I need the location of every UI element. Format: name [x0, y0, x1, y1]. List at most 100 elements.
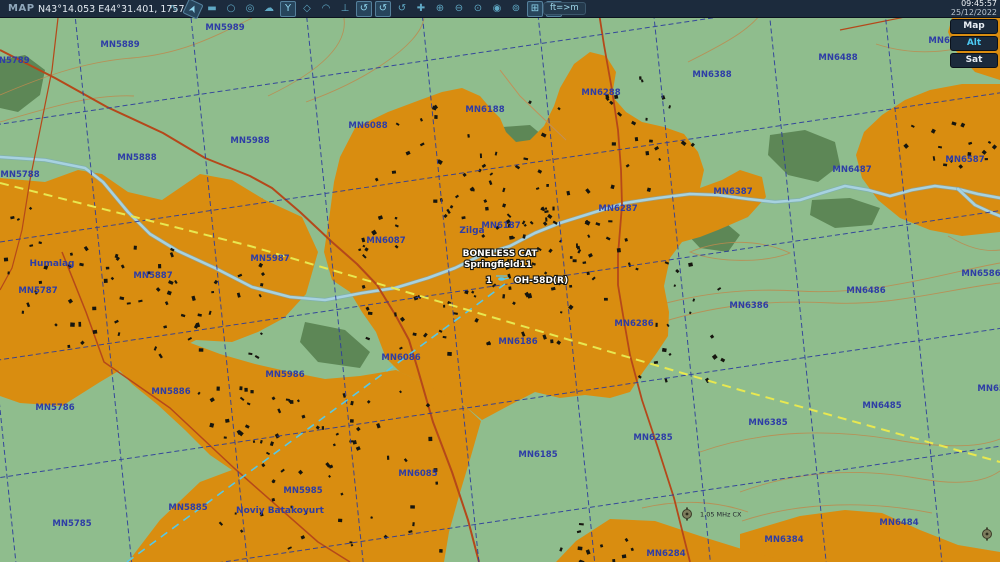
grid-label: MN6384 — [764, 535, 803, 545]
grid-label: MN5887 — [133, 271, 172, 281]
select-arrow-icon[interactable]: ➤ — [182, 0, 204, 20]
cloud-icon[interactable]: ☁ — [261, 1, 277, 17]
building — [639, 76, 642, 80]
building — [158, 264, 162, 269]
building — [653, 360, 659, 365]
unit-pilot-name: Springfield11 — [464, 260, 532, 270]
building — [198, 348, 204, 352]
ruler-icon[interactable]: ∿ — [166, 1, 182, 17]
grid-label: MN6188 — [465, 105, 504, 115]
building — [260, 282, 264, 287]
grid-label: MN5988 — [230, 136, 269, 146]
undo-icon[interactable]: ↺ — [356, 0, 372, 17]
building — [133, 245, 137, 250]
building — [603, 297, 608, 301]
grid-label: MN6286 — [614, 319, 653, 329]
building — [611, 142, 616, 146]
building — [391, 170, 397, 174]
circle-zone-icon[interactable]: ○ — [223, 1, 239, 17]
building — [435, 481, 439, 485]
grid-label: MN6486 — [846, 286, 885, 296]
building — [244, 387, 248, 392]
tower-icon[interactable]: ⊥ — [337, 1, 353, 17]
building — [225, 418, 230, 423]
copy-zone-icon[interactable]: ◎ — [242, 1, 258, 17]
unit-count: 1 — [486, 276, 492, 286]
building — [337, 518, 343, 523]
grid-label: MN6585 — [977, 384, 1000, 394]
building — [577, 546, 583, 551]
building — [434, 115, 438, 119]
grid-label: MN6387 — [713, 187, 752, 197]
grid-label: MN5786 — [35, 403, 74, 413]
clock: 09:45:57 25/12/2022 — [951, 0, 997, 17]
top-toolbar: MAP N43°14.053 E44°31.401, 1757 ft ∿ ➤ ▬ ○ ◎… — [0, 0, 1000, 20]
building — [509, 235, 514, 240]
grid-label: MN6087 — [366, 236, 405, 246]
globe-target-icon[interactable]: ◉ — [489, 1, 505, 17]
building — [38, 280, 43, 285]
grid-label: MN5989 — [205, 23, 244, 33]
building — [479, 153, 483, 159]
history-icon[interactable]: ↺ — [394, 1, 410, 17]
building — [3, 257, 9, 262]
grid-label: MN5787 — [18, 286, 57, 296]
view-button-alt[interactable]: Alt — [950, 36, 998, 51]
zoom-area-icon[interactable]: ⊙ — [470, 1, 486, 17]
zoom-in-icon[interactable]: ⊕ — [432, 1, 448, 17]
zoom-out-icon[interactable]: ⊖ — [451, 1, 467, 17]
building — [216, 386, 220, 391]
grid-label: MN6284 — [646, 549, 685, 559]
map-mode-label: MAP — [8, 3, 35, 14]
unit-type: OH-58D(R) — [514, 276, 568, 286]
grid-label: MN5886 — [151, 387, 190, 397]
building — [92, 306, 97, 311]
map-canvas[interactable]: MN5789 MN5889 MN5989 MN5788 MN5888 MN5988 MN60… — [0, 0, 1000, 562]
building — [410, 505, 415, 509]
grid-label: MN6388 — [692, 70, 731, 80]
grid-label: MN6385 — [748, 418, 787, 428]
building — [239, 386, 243, 391]
view-button-sat[interactable]: Sat — [950, 53, 998, 68]
building — [569, 284, 573, 288]
unit-toggle-button[interactable]: ft=>m — [543, 2, 586, 15]
building — [634, 137, 639, 142]
building — [349, 419, 354, 423]
town-label: Noviy Batakoyurt — [236, 506, 325, 516]
grid-label: MN6485 — [862, 401, 901, 411]
building — [608, 220, 613, 223]
building — [367, 311, 373, 316]
signal-fan-icon[interactable]: ◠ — [318, 1, 334, 17]
grid-label: MN5888 — [117, 153, 156, 163]
building — [447, 351, 452, 356]
grid-label: MN5986 — [265, 370, 304, 380]
pan-icon[interactable]: ✚ — [413, 1, 429, 17]
building — [552, 206, 555, 211]
route-branch-icon[interactable]: Y — [280, 0, 296, 17]
building — [655, 322, 658, 327]
building — [433, 199, 438, 203]
view-button-map[interactable]: Map — [950, 19, 998, 34]
building — [569, 256, 573, 259]
grid-label: MN6086 — [381, 353, 420, 363]
grid-label: MN5789 — [0, 56, 30, 66]
building — [586, 271, 590, 276]
grid-label: MN6287 — [598, 204, 637, 214]
building — [428, 436, 433, 442]
building — [70, 322, 75, 327]
grid-icon[interactable]: ⊞ — [527, 0, 543, 17]
measure-pill-icon[interactable]: ▬ — [204, 1, 220, 17]
globe-icon[interactable]: ⊚ — [508, 1, 524, 17]
grid-label: MN5885 — [168, 503, 207, 513]
grid-label: MN6088 — [348, 121, 387, 131]
grid-label: MN6186 — [498, 337, 537, 347]
waypoint-diamond-icon[interactable]: ◇ — [299, 1, 315, 17]
building — [7, 271, 10, 275]
building — [321, 426, 325, 430]
grid-label: MN6085 — [398, 469, 437, 479]
grid-label: MN6386 — [729, 301, 768, 311]
redo-icon[interactable]: ↺ — [375, 0, 391, 17]
building — [439, 549, 443, 553]
building — [250, 390, 254, 394]
grid-label: MN5788 — [0, 170, 39, 180]
